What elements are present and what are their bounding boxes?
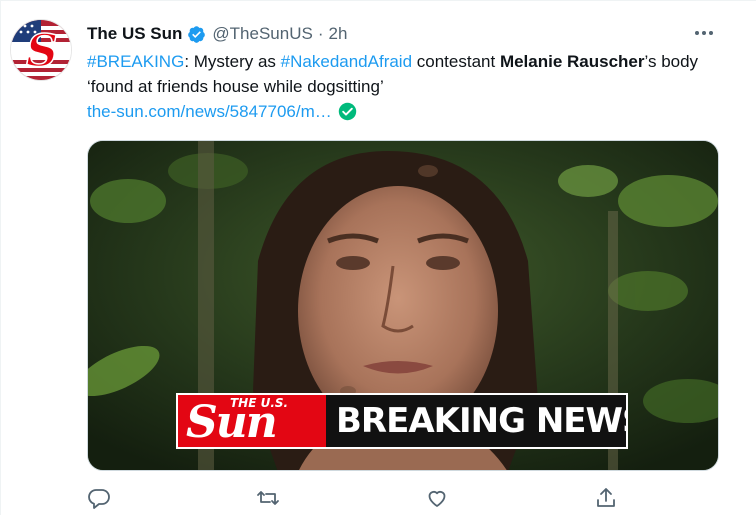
- timestamp[interactable]: 2h: [329, 24, 348, 44]
- more-icon[interactable]: [692, 21, 716, 45]
- reply-icon[interactable]: [87, 486, 111, 510]
- tweet-media-image[interactable]: THE U.S. Sun BREAKING NEWS: [87, 140, 719, 471]
- breaking-news-banner: THE U.S. Sun BREAKING NEWS: [176, 393, 628, 449]
- svg-text:S: S: [26, 26, 58, 77]
- retweet-icon[interactable]: [256, 486, 280, 510]
- tweet-text-part: : Mystery as: [184, 52, 281, 71]
- logo-big-text: Sun: [186, 397, 278, 447]
- separator: ·: [317, 24, 324, 43]
- hashtag-breaking[interactable]: #BREAKING: [87, 52, 184, 71]
- author-name[interactable]: The US Sun: [87, 24, 182, 44]
- article-link[interactable]: the-sun.com/news/5847706/m…: [87, 99, 332, 124]
- tweet-text: #BREAKING: Mystery as #NakedandAfraid co…: [87, 49, 727, 99]
- tweet-bold-name: Melanie Rauscher: [499, 52, 645, 71]
- author-handle[interactable]: @TheSunUS: [212, 24, 312, 44]
- tweet-header: The US Sun @TheSunUS · 2h: [87, 23, 347, 45]
- tweet-text-part: contestant: [412, 52, 500, 71]
- banner-headline: BREAKING NEWS: [326, 395, 626, 447]
- tweet-link-line: the-sun.com/news/5847706/m…: [87, 99, 357, 124]
- tweet-actions: [87, 486, 627, 510]
- check-circle-icon: [338, 102, 356, 121]
- like-icon[interactable]: [425, 486, 449, 510]
- the-sun-logo-avatar-icon: S: [11, 20, 71, 80]
- verified-badge-icon: [188, 25, 206, 43]
- tweet[interactable]: S The US Sun @TheSunUS · 2h #BREAKING: M…: [0, 0, 756, 515]
- the-us-sun-logo: THE U.S. Sun: [178, 395, 326, 447]
- avatar[interactable]: S: [10, 19, 72, 81]
- hashtag-nakedandafraid[interactable]: #NakedandAfraid: [281, 52, 412, 71]
- share-icon[interactable]: [594, 486, 618, 510]
